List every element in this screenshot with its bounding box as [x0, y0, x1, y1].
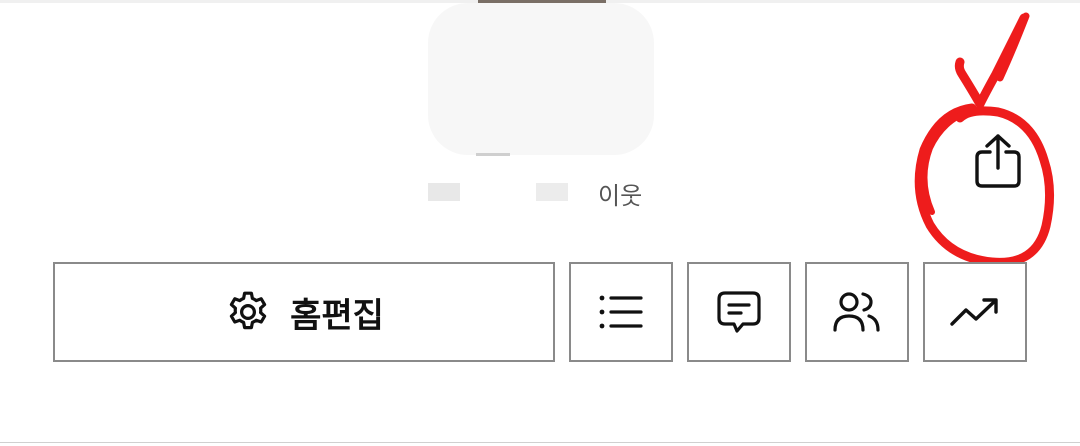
share-icon	[975, 134, 1021, 188]
statistics-button[interactable]	[923, 262, 1027, 362]
trending-up-icon	[950, 298, 998, 326]
list-icon	[599, 295, 643, 329]
redacted-text	[428, 183, 460, 201]
share-button[interactable]	[966, 128, 1030, 192]
people-icon	[833, 292, 880, 332]
home-edit-label: 홈편집	[290, 295, 384, 336]
neighbors-button[interactable]	[805, 262, 909, 362]
message-icon	[717, 291, 761, 333]
redacted-text	[536, 183, 568, 201]
gear-icon	[229, 291, 267, 330]
neighbor-count-label[interactable]: 이웃	[598, 176, 642, 211]
divider	[0, 442, 1080, 443]
home-edit-button[interactable]: 홈편집	[53, 262, 555, 362]
avatar-indicator	[476, 153, 510, 156]
message-button[interactable]	[687, 262, 791, 362]
list-view-button[interactable]	[569, 262, 673, 362]
profile-avatar[interactable]	[428, 3, 654, 155]
